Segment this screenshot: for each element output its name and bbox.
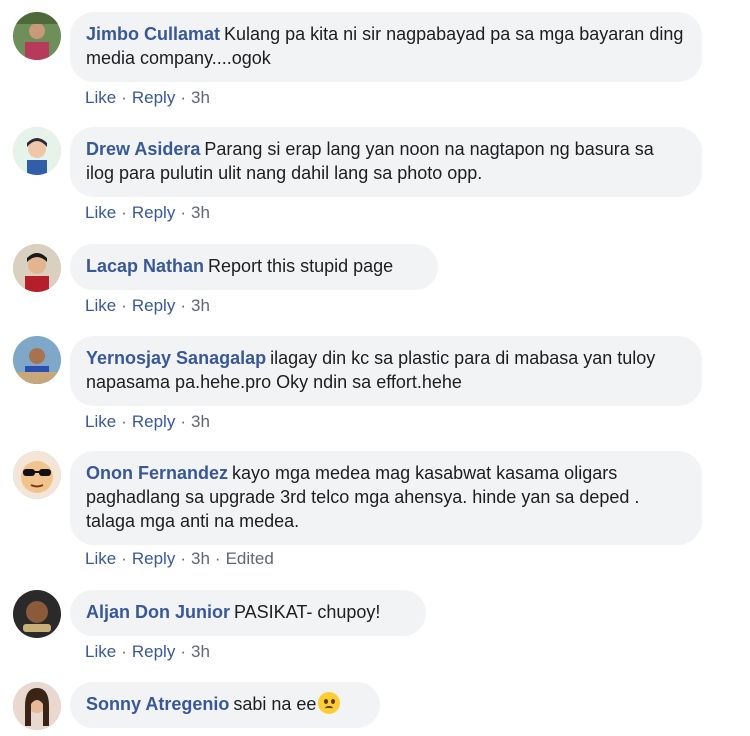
separator-dot: · <box>180 549 186 568</box>
reply-link[interactable]: Reply <box>132 296 175 315</box>
separator-dot: · <box>121 88 127 107</box>
separator-dot: · <box>214 549 221 568</box>
comment-actions: Like · Reply · 3h <box>85 296 210 316</box>
reply-link[interactable]: Reply <box>132 203 175 222</box>
comment-timestamp[interactable]: 3h <box>191 642 210 661</box>
reply-link[interactable]: Reply <box>132 412 175 431</box>
separator-dot: · <box>121 412 127 431</box>
comment-author[interactable]: Yernosjay Sanagalap <box>86 348 266 368</box>
avatar[interactable] <box>13 244 61 292</box>
like-link[interactable]: Like <box>85 88 116 107</box>
reply-link[interactable]: Reply <box>132 549 175 568</box>
comment-bubble: Aljan Don Junior PASIKAT- chupoy! <box>70 590 426 636</box>
separator-dot: · <box>121 642 127 661</box>
separator-dot: · <box>180 203 186 222</box>
rolling-eyes-emoji-icon <box>318 692 341 714</box>
edited-label[interactable]: Edited <box>226 549 274 568</box>
comment-thread: Jimbo Cullamat Kulang pa kita ni sir nagp… <box>0 0 750 736</box>
comment-bubble: Lacap Nathan Report this stupid page <box>70 244 438 290</box>
comment-actions: Like · Reply · 3h <box>85 642 210 662</box>
comment-bubble: Jimbo Cullamat Kulang pa kita ni sir nagp… <box>70 12 702 82</box>
comment-timestamp[interactable]: 3h <box>191 549 210 568</box>
comment-timestamp[interactable]: 3h <box>191 296 210 315</box>
separator-dot: · <box>180 296 186 315</box>
comment-actions: Like · Reply · 3h <box>85 203 210 223</box>
avatar[interactable] <box>13 127 61 175</box>
comment-timestamp[interactable]: 3h <box>191 412 210 431</box>
comment-timestamp[interactable]: 3h <box>191 88 210 107</box>
comment-actions: Like · Reply · 3h <box>85 88 210 108</box>
like-link[interactable]: Like <box>85 642 116 661</box>
avatar[interactable] <box>13 336 61 384</box>
like-link[interactable]: Like <box>85 203 116 222</box>
like-link[interactable]: Like <box>85 549 116 568</box>
comment-author[interactable]: Jimbo Cullamat <box>86 24 220 44</box>
comment-author[interactable]: Aljan Don Junior <box>86 602 230 622</box>
comment-timestamp[interactable]: 3h <box>191 203 210 222</box>
comment-actions: Like · Reply · 3h <box>85 412 210 432</box>
avatar[interactable] <box>13 451 61 499</box>
comment-text: Report this stupid page <box>208 256 394 276</box>
comment-text: sabi na ee <box>233 694 317 714</box>
separator-dot: · <box>180 642 186 661</box>
avatar[interactable] <box>13 590 61 638</box>
comment-author[interactable]: Drew Asidera <box>86 139 200 159</box>
reply-link[interactable]: Reply <box>132 642 175 661</box>
like-link[interactable]: Like <box>85 296 116 315</box>
comment-bubble: Drew Asidera Parang si erap lang yan noon… <box>70 127 702 197</box>
separator-dot: · <box>180 88 186 107</box>
avatar[interactable] <box>13 682 61 730</box>
separator-dot: · <box>121 549 127 568</box>
comment-text: PASIKAT- chupoy! <box>234 602 381 622</box>
like-link[interactable]: Like <box>85 412 116 431</box>
comment-bubble: Yernosjay Sanagalap ilagay din kc sa plas… <box>70 336 702 406</box>
comment-actions: Like · Reply · 3h · Edited <box>85 549 274 569</box>
comment-bubble: Onon Fernandez kayo mga medea mag kasabwa… <box>70 451 702 545</box>
comment-author[interactable]: Onon Fernandez <box>86 463 228 483</box>
separator-dot: · <box>121 203 127 222</box>
comment-author[interactable]: Lacap Nathan <box>86 256 204 276</box>
comment-bubble: Sonny Atregenio sabi na ee <box>70 682 380 728</box>
reply-link[interactable]: Reply <box>132 88 175 107</box>
comment-author[interactable]: Sonny Atregenio <box>86 694 229 714</box>
separator-dot: · <box>180 412 186 431</box>
avatar[interactable] <box>13 12 61 60</box>
separator-dot: · <box>121 296 127 315</box>
